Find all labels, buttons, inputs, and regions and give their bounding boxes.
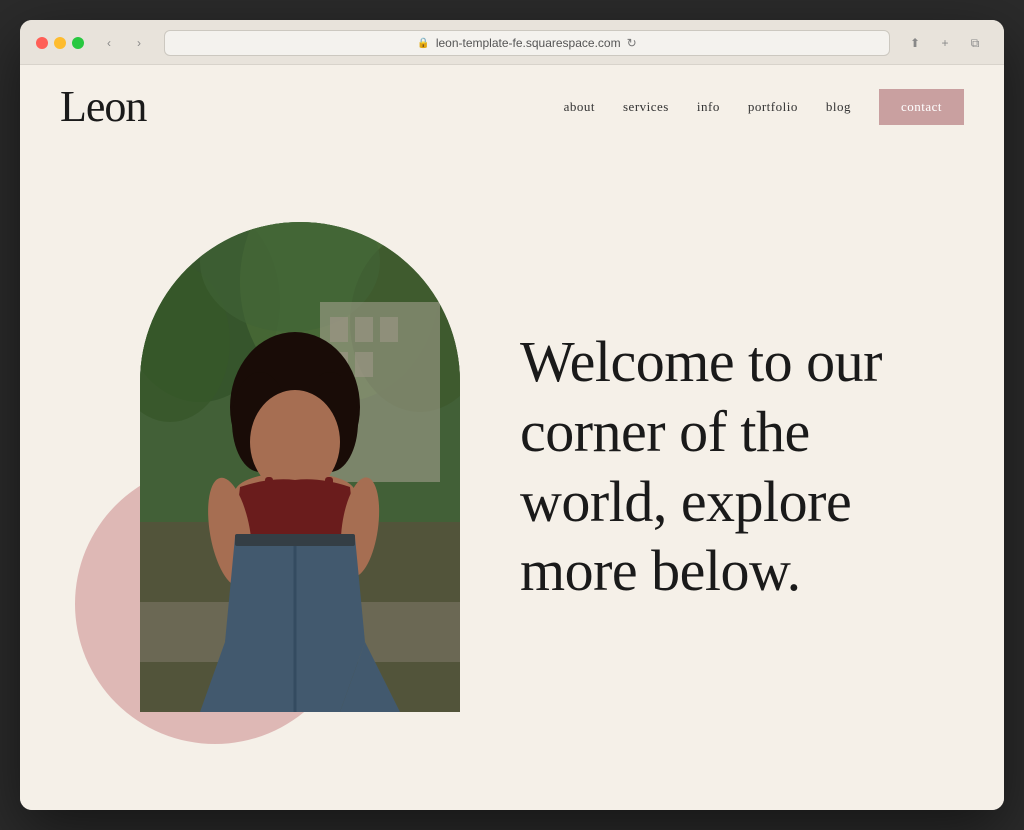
minimize-button[interactable] <box>54 37 66 49</box>
nav-about[interactable]: about <box>564 99 595 115</box>
nav-portfolio[interactable]: portfolio <box>748 99 798 115</box>
hero-image-svg <box>140 222 460 712</box>
browser-window: ‹ › 🔒 leon-template-fe.squarespace.com ↻… <box>20 20 1004 810</box>
lock-icon: 🔒 <box>417 38 429 49</box>
hero-heading-line1: Welcome to our <box>520 329 882 394</box>
browser-navigation: ‹ › <box>96 33 152 53</box>
back-button[interactable]: ‹ <box>96 33 122 53</box>
tabs-button[interactable]: ⧉ <box>962 33 988 53</box>
url-text: leon-template-fe.squarespace.com <box>436 36 621 50</box>
reload-icon[interactable]: ↻ <box>627 36 637 50</box>
new-tab-button[interactable]: + <box>932 33 958 53</box>
nav-services[interactable]: services <box>623 99 669 115</box>
nav-blog[interactable]: blog <box>826 99 851 115</box>
hero-heading-line2: corner of the <box>520 399 810 464</box>
close-button[interactable] <box>36 37 48 49</box>
site-nav: about services info portfolio blog conta… <box>564 89 964 125</box>
share-button[interactable]: ⬆ <box>902 33 928 53</box>
browser-chrome: ‹ › 🔒 leon-template-fe.squarespace.com ↻… <box>20 20 1004 65</box>
website-content: Leon about services info portfolio blog … <box>20 65 1004 810</box>
browser-actions: ⬆ + ⧉ <box>902 33 988 53</box>
contact-button[interactable]: contact <box>879 89 964 125</box>
hero-heading: Welcome to our corner of the world, expl… <box>520 327 964 605</box>
hero-heading-line3: world, explore <box>520 469 851 534</box>
address-bar[interactable]: 🔒 leon-template-fe.squarespace.com ↻ <box>164 30 890 56</box>
site-header: Leon about services info portfolio blog … <box>20 65 1004 149</box>
site-logo[interactable]: Leon <box>60 85 146 129</box>
hero-text: Welcome to our corner of the world, expl… <box>460 327 964 605</box>
hero-section: Welcome to our corner of the world, expl… <box>20 149 1004 804</box>
fullscreen-button[interactable] <box>72 37 84 49</box>
arch-photo <box>140 222 460 712</box>
traffic-lights <box>36 37 84 49</box>
arch-image-container <box>140 222 460 712</box>
forward-button[interactable]: › <box>126 33 152 53</box>
hero-heading-line4: more below. <box>520 538 801 603</box>
nav-info[interactable]: info <box>697 99 720 115</box>
